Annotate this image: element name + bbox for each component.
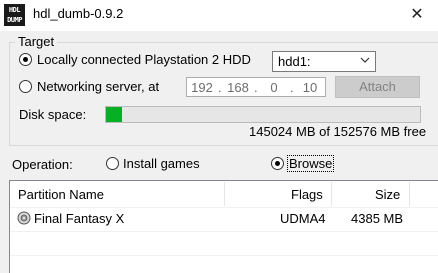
row-divider bbox=[10, 231, 438, 232]
ip-octet-2[interactable]: 168 bbox=[225, 80, 251, 95]
app-icon-text: HDL DUMP bbox=[7, 6, 22, 24]
partition-table[interactable]: Partition Name Flags Size Final Fantasy … bbox=[9, 180, 438, 273]
disk-space-label: Disk space: bbox=[19, 107, 87, 122]
app-icon: HDL DUMP bbox=[4, 4, 25, 26]
column-header-name[interactable]: Partition Name bbox=[18, 185, 104, 205]
local-hdd-radio[interactable] bbox=[19, 53, 32, 66]
browse-label[interactable]: Browse bbox=[287, 155, 335, 172]
install-games-label[interactable]: Install games bbox=[123, 156, 200, 171]
ip-octet-1[interactable]: 192 bbox=[189, 80, 215, 95]
column-separator[interactable] bbox=[331, 182, 332, 206]
ip-address-field[interactable]: 192 . 168 . 0 . 10 bbox=[186, 77, 326, 97]
partition-name: Final Fantasy X bbox=[34, 211, 125, 226]
disk-space-fill bbox=[106, 107, 122, 122]
title-bar: HDL DUMP hdl_dumb-0.9.2 ✕ bbox=[0, 0, 438, 31]
local-hdd-label[interactable]: Locally connected Playstation 2 HDD bbox=[37, 52, 251, 67]
column-header-size[interactable]: Size bbox=[375, 185, 400, 205]
network-server-radio[interactable] bbox=[19, 80, 32, 93]
ip-dot: . bbox=[254, 80, 258, 95]
ip-dot: . bbox=[218, 80, 222, 95]
column-separator[interactable] bbox=[224, 182, 225, 206]
ip-octet-3[interactable]: 0 bbox=[261, 80, 287, 95]
close-button[interactable]: ✕ bbox=[396, 0, 438, 31]
disc-icon bbox=[17, 211, 31, 225]
hdd-select-value: hdd1: bbox=[278, 54, 311, 69]
column-header-flags[interactable]: Flags bbox=[291, 185, 323, 205]
operation-label: Operation: bbox=[12, 157, 73, 172]
close-icon: ✕ bbox=[410, 6, 424, 23]
network-server-label[interactable]: Networking server, at bbox=[37, 79, 159, 94]
hdd-select[interactable]: hdd1: bbox=[272, 51, 376, 72]
column-separator[interactable] bbox=[409, 182, 410, 206]
partition-flags: UDMA4 bbox=[280, 211, 326, 226]
target-group-label: Target bbox=[15, 34, 58, 49]
window-title: hdl_dumb-0.9.2 bbox=[33, 6, 124, 21]
disk-space-bar bbox=[105, 106, 421, 123]
disk-free-text: 145024 MB of 152576 MB free bbox=[249, 124, 427, 139]
row-divider bbox=[10, 255, 438, 256]
ip-octet-4[interactable]: 10 bbox=[297, 80, 323, 95]
browse-radio[interactable] bbox=[271, 157, 284, 170]
partition-size: 4385 MB bbox=[351, 211, 404, 226]
attach-button[interactable]: Attach bbox=[335, 76, 420, 98]
chevron-down-icon bbox=[360, 55, 370, 68]
table-row[interactable]: Final Fantasy X UDMA4 4385 MB bbox=[10, 208, 438, 230]
install-games-radio[interactable] bbox=[106, 157, 119, 170]
ip-dot: . bbox=[290, 80, 294, 95]
